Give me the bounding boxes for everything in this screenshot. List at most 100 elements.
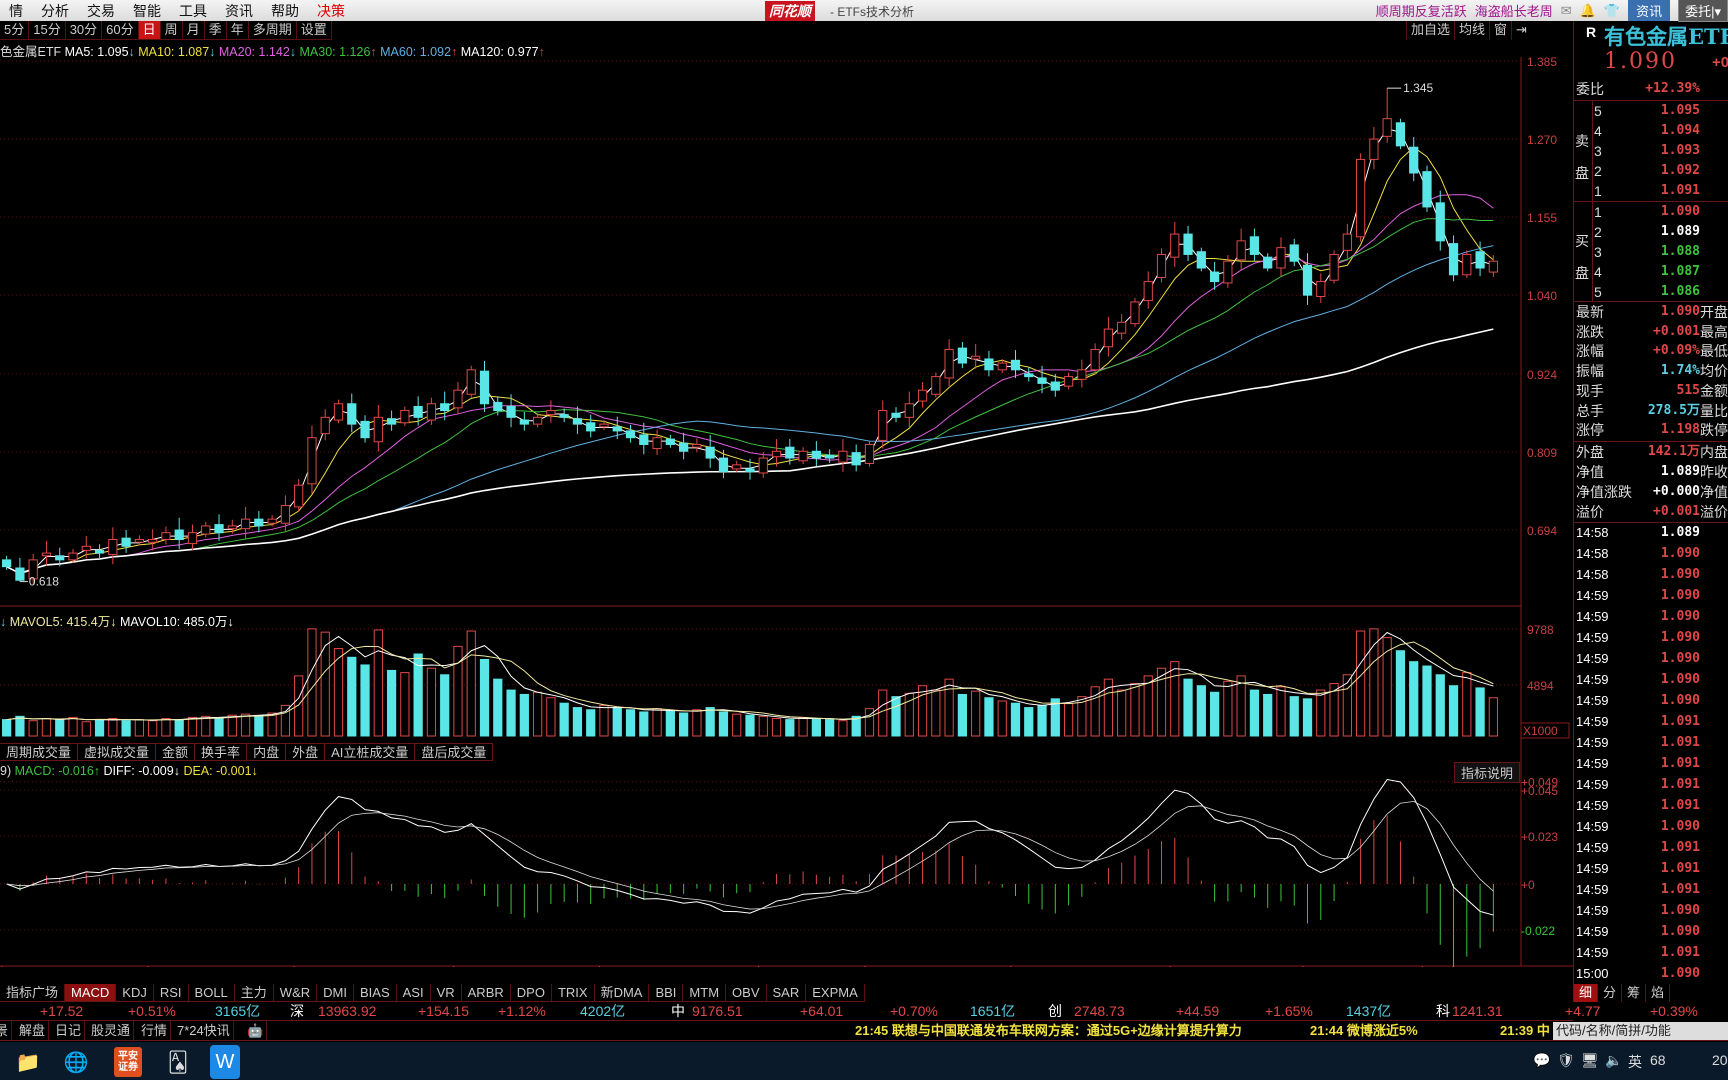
candle[interactable] [453,382,463,415]
candle[interactable] [294,479,304,512]
candle[interactable] [652,429,662,456]
detail-tab[interactable]: 筹 [1622,984,1647,1002]
kline-chart[interactable]: 1.385 1.270 1.155 1.040 0.924 0.809 0.694 1.345… [0,57,1573,967]
candle[interactable] [347,393,357,433]
browser-icon[interactable]: 🌐 [56,1045,96,1079]
candle[interactable] [15,557,25,582]
news-headline[interactable]: 21:45 联想与中国联通发布车联网方案：通过5G+边缘计算提升算力 [855,1021,1242,1040]
candle[interactable] [811,441,821,467]
period-tab[interactable]: 年 [227,21,249,39]
candle[interactable] [1356,153,1366,242]
period-tab[interactable]: 30分 [66,21,103,39]
chart-button[interactable]: 均线 [1454,21,1489,40]
menu-item[interactable]: 智能 [124,1,170,21]
folder-icon[interactable]: 📁 [8,1045,48,1079]
quote-row[interactable]: 1.094 4 [1574,121,1728,141]
candle[interactable] [971,344,981,369]
candle[interactable] [1395,118,1406,150]
period-tab[interactable]: 5分 [0,21,30,39]
candle[interactable] [307,425,317,494]
period-tab[interactable]: 日 [138,21,161,39]
candle[interactable] [148,529,158,551]
indicator-tab[interactable]: TRIX [552,984,595,1001]
candle[interactable] [333,399,344,424]
quote-row[interactable]: 1.090 1 [1574,202,1728,222]
indicator-tab[interactable]: ARBR [462,984,511,1001]
clock-text[interactable]: 20 [1712,1052,1728,1068]
quote-row[interactable]: 1.086 5 [1574,282,1728,302]
candle[interactable] [1475,241,1485,277]
collapse-arrow-icon[interactable]: ⇥ [1511,21,1531,40]
volume-tab[interactable]: 盘后成交量 [415,744,494,760]
candle[interactable] [1382,88,1392,143]
volume-tab[interactable]: 周期成交量 [0,744,79,760]
candle[interactable] [1170,221,1180,267]
candle[interactable] [679,432,689,460]
candle[interactable] [771,439,782,467]
candle[interactable] [134,535,144,546]
ime-icon[interactable]: 英 [1628,1052,1642,1072]
candle[interactable] [785,439,795,465]
news-tab[interactable]: 解盘 [16,1021,50,1040]
candle[interactable] [161,526,171,545]
candle[interactable] [1156,248,1167,283]
quote-row[interactable]: 1.091 1 [1574,181,1728,201]
candle[interactable] [1196,247,1206,272]
detail-tab[interactable]: 分 [1598,984,1623,1002]
candle[interactable] [254,510,264,533]
indicator-tab[interactable]: BOLL [189,984,235,1001]
search-input[interactable]: 代码/名称/简拼/功能 [1553,1022,1728,1040]
candle[interactable] [931,372,941,398]
battery-icon[interactable]: 68 [1650,1052,1666,1068]
candle[interactable] [1063,372,1074,390]
bell-icon[interactable]: 🔔 [1580,3,1596,19]
candle[interactable] [1183,225,1193,261]
wechat-icon[interactable]: 💬 [1533,1052,1550,1069]
candle[interactable] [1249,228,1260,261]
speaker-icon[interactable]: 🔈 [1605,1052,1622,1069]
candle[interactable] [944,339,954,387]
w-app-icon[interactable]: W [210,1045,240,1079]
candle[interactable] [1090,343,1100,375]
indicator-tab[interactable]: 新DMA [595,984,650,1001]
candle[interactable] [957,341,968,368]
chart-button[interactable]: 加自选 [1406,21,1454,40]
candle[interactable] [121,530,131,553]
candle[interactable] [1024,367,1034,382]
volume-tab[interactable]: 虚拟成交量 [78,744,157,760]
indicator-tab[interactable]: RSI [154,984,189,1001]
shirt-icon[interactable]: 👕 [1604,3,1620,19]
period-tab[interactable]: 季 [205,21,227,39]
indicator-tab[interactable]: BBI [649,984,684,1001]
candle[interactable] [81,536,91,559]
candle[interactable] [1143,271,1153,309]
indicator-tab[interactable]: MTM [683,984,727,1001]
indicator-tab[interactable]: MACD [65,984,117,1001]
candle[interactable] [400,406,410,427]
period-tab[interactable]: 周 [161,21,183,39]
hot-topic-link[interactable]: 顺周期反复活跃 [1376,1,1467,20]
mail-icon[interactable]: ✉ [1561,3,1572,19]
candle[interactable] [506,394,516,428]
candle[interactable] [692,438,702,453]
candle[interactable] [1448,235,1459,282]
indicator-tab[interactable]: EXPMA [806,984,865,1001]
candle[interactable] [1369,126,1379,170]
candle[interactable] [851,444,861,472]
detail-tab[interactable]: 细 [1574,984,1599,1002]
candle[interactable] [413,396,423,426]
candle[interactable] [1276,237,1286,277]
menu-item[interactable]: 分析 [32,1,78,21]
candle[interactable] [373,405,383,452]
candle[interactable] [1435,190,1445,251]
trade-dropdown[interactable]: 委托|▾ [1678,0,1728,22]
menu-item[interactable]: 决策 [308,1,354,21]
candle[interactable] [1263,253,1273,272]
candle[interactable] [1342,223,1352,259]
news-button[interactable]: 资讯 [1628,0,1671,21]
candle[interactable] [1302,253,1313,305]
news-headline[interactable]: 21:44 微博涨近5% [1310,1021,1418,1040]
quote-row[interactable]: 1.095 5 [1574,101,1728,121]
candle[interactable] [466,365,476,398]
indicator-tab[interactable]: SAR [767,984,807,1001]
